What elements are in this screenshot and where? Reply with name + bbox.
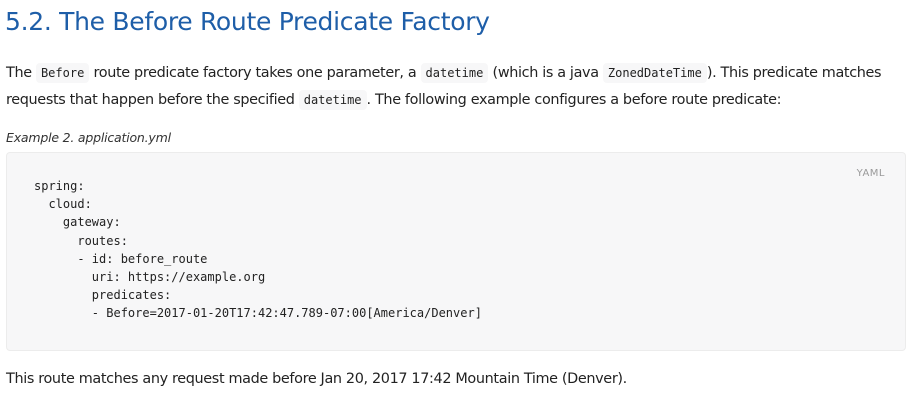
intro-paragraph: The Before route predicate factory takes… bbox=[6, 60, 906, 114]
intro-text-3: (which is a java bbox=[488, 65, 603, 81]
inline-code-datetime-2: datetime bbox=[298, 90, 367, 110]
section-heading: 5.2. The Before Route Predicate Factory bbox=[5, 7, 490, 36]
code-language-label: YAML bbox=[856, 168, 885, 179]
intro-text-5: . The following example configures a bef… bbox=[366, 92, 782, 108]
code-block[interactable]: YAML spring: cloud: gateway: routes: - i… bbox=[6, 152, 906, 351]
footer-paragraph: This route matches any request made befo… bbox=[6, 371, 627, 387]
code-content[interactable]: spring: cloud: gateway: routes: - id: be… bbox=[34, 177, 482, 323]
inline-code-datetime: datetime bbox=[420, 63, 489, 83]
intro-text-2: route predicate factory takes one parame… bbox=[89, 65, 421, 81]
intro-text-1: The bbox=[6, 65, 36, 81]
inline-code-before: Before bbox=[35, 63, 90, 83]
example-title: Example 2. application.yml bbox=[6, 130, 171, 145]
inline-code-zoneddatetime: ZonedDateTime bbox=[602, 63, 707, 83]
